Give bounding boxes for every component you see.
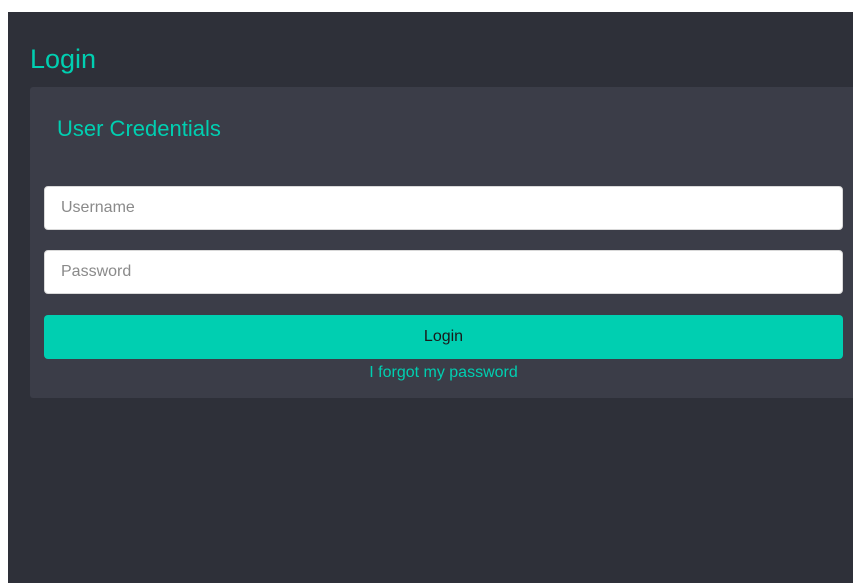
username-input[interactable]	[44, 186, 843, 230]
login-button[interactable]: Login	[44, 315, 843, 359]
page-title: Login	[30, 44, 97, 74]
credentials-card: User Credentials Login I forgot my passw…	[30, 87, 853, 398]
card-title: User Credentials	[57, 116, 221, 141]
login-page: Login User Credentials Login I forgot my…	[8, 12, 853, 583]
forgot-password-link[interactable]: I forgot my password	[44, 363, 843, 383]
password-input[interactable]	[44, 250, 843, 294]
